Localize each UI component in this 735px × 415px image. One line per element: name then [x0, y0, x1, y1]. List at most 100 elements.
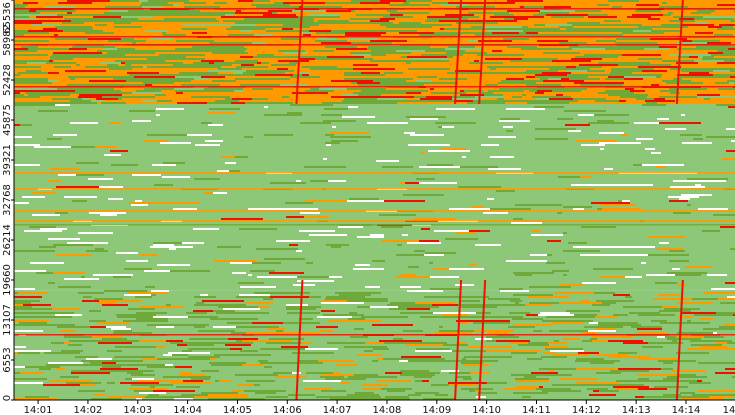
heatmap-cell	[610, 370, 649, 372]
heatmap-cell	[279, 22, 308, 24]
heatmap-cell	[236, 296, 270, 298]
heatmap-cell	[687, 320, 691, 322]
heatmap-cell	[52, 308, 80, 310]
heatmap-cell	[104, 12, 113, 14]
heatmap-cell	[559, 42, 587, 44]
heatmap-cell	[681, 114, 685, 116]
heatmap-cell	[555, 292, 594, 294]
heatmap-cell	[213, 192, 227, 194]
heatmap-cell	[78, 364, 116, 366]
heatmap-cell	[512, 96, 522, 98]
heatmap-cell	[209, 42, 228, 44]
heatmap-cell	[678, 302, 713, 304]
heatmap-cell	[326, 10, 351, 12]
heatmap-cell	[529, 302, 559, 304]
heatmap-cell	[585, 360, 620, 362]
heatmap-cell	[539, 12, 561, 14]
heatmap-cell	[485, 84, 498, 86]
heatmap-cell	[442, 126, 449, 128]
heatmap-cell	[520, 318, 543, 320]
heatmap-cell	[239, 294, 270, 296]
heatmap-cell	[113, 12, 153, 14]
heatmap-cell	[633, 62, 650, 64]
heatmap-cell	[181, 394, 208, 396]
heatmap-cell	[629, 312, 660, 314]
heatmap-cell	[651, 152, 661, 154]
heatmap-cell	[677, 322, 710, 324]
heatmap-cell	[107, 382, 115, 384]
heatmap-cell	[277, 208, 318, 210]
heatmap-cell	[651, 30, 682, 32]
heatmap-cell	[526, 76, 535, 78]
heatmap-cell	[545, 100, 578, 102]
heatmap-cell	[695, 22, 708, 24]
heatmap-cell	[580, 176, 592, 178]
heatmap-cell	[316, 396, 348, 398]
heatmap-cell	[48, 72, 59, 74]
heatmap-cell	[371, 54, 386, 56]
heatmap-cell	[576, 358, 604, 360]
heatmap-cell	[78, 232, 113, 234]
heatmap-cell	[22, 32, 49, 34]
heatmap-cell	[46, 62, 76, 64]
heatmap-cell	[505, 80, 543, 82]
heatmap-cell	[99, 300, 141, 302]
heatmap-cell	[156, 114, 160, 116]
y-tick-label: 65536	[2, 2, 13, 34]
heatmap-cell	[384, 72, 403, 74]
heatmap-cell	[612, 302, 616, 304]
heatmap-cell	[205, 90, 234, 92]
heatmap-cell	[490, 68, 496, 70]
heatmap-cell	[236, 340, 242, 342]
heatmap-cell	[212, 52, 248, 54]
heatmap-cell	[560, 374, 572, 376]
heatmap-cell	[409, 58, 448, 60]
heatmap-cell	[286, 306, 321, 308]
heatmap-cell	[64, 18, 97, 20]
heatmap-cell	[232, 98, 252, 100]
heatmap-cell	[510, 342, 528, 344]
heatmap-cell	[254, 292, 290, 294]
heatmap-cell	[305, 348, 338, 350]
heatmap-cell	[697, 10, 715, 12]
heatmap-cell	[569, 46, 601, 48]
heatmap-cell	[48, 238, 80, 240]
heatmap-cell	[336, 48, 367, 50]
heatmap-cell	[14, 66, 41, 68]
heatmap-cell	[387, 304, 403, 306]
heatmap-cell	[464, 356, 504, 358]
heatmap-cell	[608, 94, 648, 96]
heatmap-cell	[710, 68, 724, 70]
heatmap-cell	[522, 100, 545, 102]
heatmap-cell	[461, 306, 478, 308]
heatmap-cell	[546, 14, 588, 16]
heatmap-cell	[88, 88, 114, 90]
heatmap-cell	[511, 374, 544, 376]
heatmap-cell	[477, 54, 499, 56]
heatmap-cell	[54, 66, 71, 68]
heatmap-cell	[95, 146, 117, 148]
heatmap-cell	[344, 346, 357, 348]
heatmap-cell	[440, 28, 444, 30]
heatmap-cell	[399, 360, 408, 362]
heatmap-cell	[383, 46, 396, 48]
heatmap-cell	[549, 330, 588, 332]
heatmap-cell	[492, 50, 502, 52]
heatmap-cell	[609, 28, 640, 30]
heatmap-cell	[85, 32, 114, 34]
heatmap-cell	[282, 28, 293, 30]
heatmap-cell	[32, 214, 60, 216]
heatmap-cell	[600, 276, 625, 278]
heatmap-cell	[129, 26, 142, 28]
heatmap-cell	[309, 14, 339, 16]
heatmap-cell	[223, 20, 236, 22]
heatmap-cell	[89, 212, 126, 214]
heatmap-cell	[175, 56, 186, 58]
heatmap-cell	[410, 134, 444, 136]
heatmap-cell	[51, 342, 64, 344]
heatmap-cell	[638, 26, 673, 28]
heatmap-cell	[615, 24, 642, 26]
heatmap-cell	[205, 140, 223, 142]
heatmap-cell	[487, 382, 507, 384]
heatmap-cell	[535, 92, 544, 94]
